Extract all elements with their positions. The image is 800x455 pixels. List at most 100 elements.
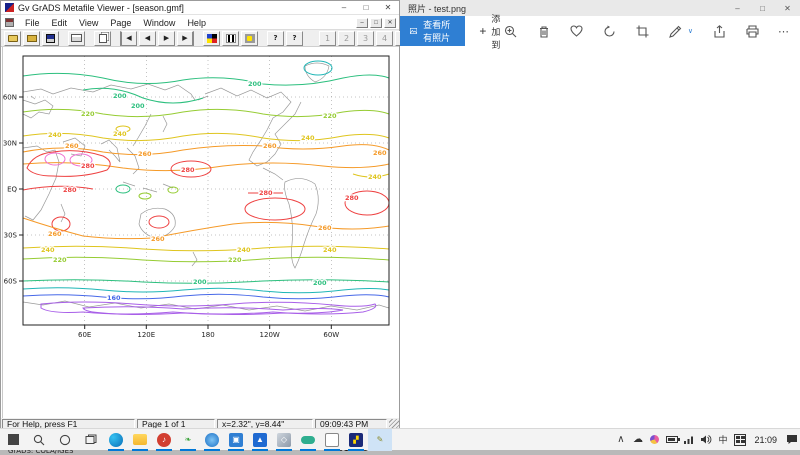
maximize-button[interactable]: □ <box>750 1 775 16</box>
network-icon[interactable] <box>680 429 697 451</box>
crop-button[interactable] <box>636 24 650 38</box>
next-page-button[interactable]: ▶ <box>158 31 175 46</box>
color-mode-button[interactable] <box>203 31 220 46</box>
taskbar-app-browser[interactable] <box>200 429 224 451</box>
color-profile-icon[interactable] <box>646 429 663 451</box>
onedrive-cloud-icon[interactable]: ☁ <box>629 429 646 451</box>
close-button[interactable]: ✕ <box>377 1 399 14</box>
contour-290-sahara <box>45 153 65 165</box>
contour-label: 280 <box>181 166 195 174</box>
invert-icon <box>245 34 255 43</box>
page-1-button[interactable]: 1 <box>319 31 336 46</box>
volume-icon[interactable] <box>697 429 714 451</box>
add-to-button[interactable]: + 添加到 <box>479 12 504 51</box>
print-button[interactable] <box>745 24 759 38</box>
menu-help[interactable]: Help <box>181 18 212 28</box>
photos-titlebar[interactable]: 照片 - test.png – □ ✕ <box>400 0 800 16</box>
taskbar-app-teal[interactable] <box>296 429 320 451</box>
taskbar-app-grads[interactable]: ▞ <box>344 429 368 451</box>
search-button[interactable] <box>26 429 52 451</box>
chevron-down-icon[interactable]: ∨ <box>688 27 693 35</box>
invert-mode-button[interactable] <box>241 31 258 46</box>
open-button[interactable] <box>4 31 21 46</box>
more-button[interactable]: ⋯ <box>778 25 790 38</box>
print-button[interactable] <box>68 31 85 46</box>
share-button[interactable] <box>712 24 726 38</box>
taskbar-app-red[interactable]: ♪ <box>152 429 176 451</box>
menu-page[interactable]: Page <box>104 18 137 28</box>
grads-app-icon <box>5 3 14 12</box>
task-view-button[interactable] <box>78 429 104 451</box>
battery-icon[interactable] <box>663 429 680 451</box>
taskbar-app-notepad[interactable] <box>320 429 344 451</box>
contour-280-eq <box>23 186 93 190</box>
task-view-icon <box>85 434 97 446</box>
svg-text:30S: 30S <box>4 232 18 240</box>
grads-plot-canvas[interactable]: 200 200 200 220 220 240 240 240 240 260 … <box>2 47 398 418</box>
taskbar-app-mail[interactable]: ▣ <box>224 429 248 451</box>
contour-280-africa <box>27 151 110 177</box>
favorite-button[interactable] <box>570 24 584 38</box>
taskbar-app-green[interactable]: ❧ <box>176 429 200 451</box>
contour-180S <box>23 288 389 293</box>
first-page-button[interactable]: ◀ <box>120 31 137 46</box>
page-3-button[interactable]: 3 <box>357 31 374 46</box>
prev-page-button[interactable]: ◀ <box>139 31 156 46</box>
resize-grip[interactable] <box>389 419 399 429</box>
edit-create-button[interactable] <box>669 24 683 38</box>
contour-label: 260 <box>263 142 277 150</box>
contour-label: 220 <box>53 256 67 264</box>
cortana-button[interactable] <box>52 429 78 451</box>
touch-keyboard-icon[interactable] <box>731 429 748 451</box>
menu-window[interactable]: Window <box>137 18 181 28</box>
svg-text:60E: 60E <box>78 331 91 339</box>
contour-240N <box>23 133 389 140</box>
printer-icon <box>746 25 759 38</box>
minimize-button[interactable]: – <box>333 1 355 14</box>
page-4-button[interactable]: 4 <box>376 31 393 46</box>
save-button[interactable] <box>42 31 59 46</box>
tray-chevron-icon[interactable]: ∧ <box>612 429 629 451</box>
cortana-icon <box>59 434 71 446</box>
mdi-restore-button[interactable]: □ <box>370 18 382 28</box>
zoom-button[interactable] <box>504 24 518 38</box>
taskbar-app-active[interactable]: ✎ <box>368 429 392 451</box>
taskbar-app-file-explorer[interactable] <box>128 429 152 451</box>
taskbar-app-3d-viewer[interactable]: ◇ <box>272 429 296 451</box>
close-button[interactable]: ✕ <box>775 1 800 16</box>
edit-icon <box>669 25 682 38</box>
system-tray: ∧ ☁ 中 21:09 <box>612 429 800 451</box>
view-all-photos-button[interactable]: 查看所有照片 <box>400 16 465 46</box>
svg-text:120W: 120W <box>260 331 280 339</box>
ime-language-indicator[interactable]: 中 <box>714 429 731 451</box>
copy-button[interactable] <box>94 31 111 46</box>
menu-file[interactable]: File <box>19 18 46 28</box>
minimize-button[interactable]: – <box>725 1 750 16</box>
start-button[interactable] <box>0 429 26 451</box>
rotate-button[interactable] <box>603 24 617 38</box>
menu-edit[interactable]: Edit <box>46 18 74 28</box>
green-app-icon: ❧ <box>181 433 195 447</box>
taskbar-app-photos[interactable]: ▲ <box>248 429 272 451</box>
mail-app-icon: ▣ <box>229 433 243 447</box>
page-2-button[interactable]: 2 <box>338 31 355 46</box>
taskbar-app-edge[interactable] <box>104 429 128 451</box>
taskbar-clock[interactable]: 21:09 <box>748 435 783 445</box>
context-help-button[interactable]: ? <box>286 31 303 46</box>
grads-titlebar[interactable]: Gv GrADS Metafile Viewer - [season.gmf] … <box>1 1 399 15</box>
last-page-button[interactable]: ▶ <box>177 31 194 46</box>
help-button[interactable]: ? <box>267 31 284 46</box>
contour-label: 280 <box>63 186 77 194</box>
mdi-minimize-button[interactable]: – <box>356 18 368 28</box>
mdi-close-button[interactable]: ✕ <box>384 18 396 28</box>
action-center-icon[interactable] <box>783 429 800 451</box>
photo-icon <box>410 25 417 37</box>
open-folder-icon <box>8 35 18 42</box>
reopen-button[interactable] <box>23 31 40 46</box>
menu-view[interactable]: View <box>73 18 104 28</box>
delete-button[interactable] <box>537 24 551 38</box>
maximize-button[interactable]: □ <box>355 1 377 14</box>
contour-280-australia <box>149 216 169 228</box>
bw-mode-button[interactable] <box>222 31 239 46</box>
contour-label: 200 <box>193 278 207 286</box>
